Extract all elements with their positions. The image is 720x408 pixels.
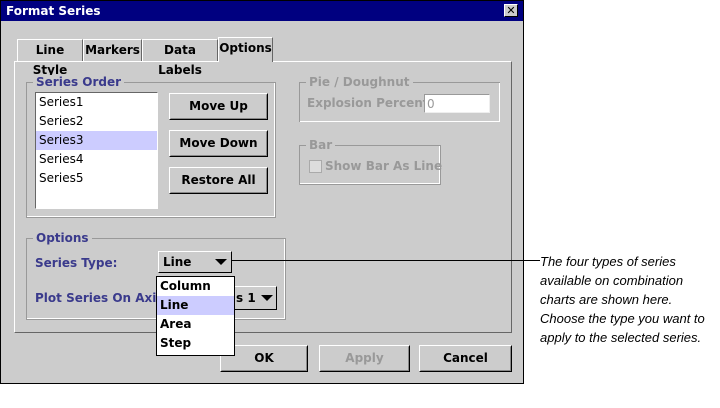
series-type-label: Series Type:: [35, 256, 118, 270]
show-bar-as-line-checkbox[interactable]: [309, 160, 322, 173]
callout-annotation: The four types of series available on co…: [540, 252, 718, 347]
tab-markers[interactable]: Markers: [83, 39, 142, 61]
explosion-value: 0: [427, 97, 435, 111]
series-type-value: Line: [163, 255, 192, 269]
list-item-series3[interactable]: Series3: [36, 131, 157, 150]
move-down-label: Move Down: [179, 136, 258, 150]
series-type-dropdown: Column Line Area Step: [156, 276, 235, 356]
list-item-series1[interactable]: Series1: [36, 93, 157, 112]
option-label: Column: [160, 279, 211, 293]
series-order-title: Series Order: [33, 75, 125, 89]
annotation-line: charts are shown here.: [540, 292, 673, 307]
cancel-button[interactable]: Cancel: [419, 345, 512, 372]
restore-all-button[interactable]: Restore All: [169, 167, 268, 194]
tab-label: Markers: [85, 43, 140, 57]
move-up-label: Move Up: [189, 99, 248, 113]
list-item-series2[interactable]: Series2: [36, 112, 157, 131]
move-down-button[interactable]: Move Down: [169, 130, 268, 157]
chevron-down-icon: [261, 295, 273, 301]
tab-label: Options: [219, 41, 272, 55]
list-item-series5[interactable]: Series5: [36, 169, 157, 188]
option-label: Step: [160, 336, 192, 350]
move-up-button[interactable]: Move Up: [169, 93, 268, 120]
annotation-line: The four types of series: [540, 254, 676, 269]
tab-options[interactable]: Options: [218, 37, 273, 62]
dropdown-option-step[interactable]: Step: [157, 334, 234, 353]
series-type-select[interactable]: Line: [158, 251, 232, 273]
chevron-down-icon: [215, 259, 227, 265]
list-item-label: Series4: [39, 152, 84, 166]
option-label: Line: [160, 298, 189, 312]
plot-axis-value: s 1: [236, 291, 256, 305]
dropdown-option-line[interactable]: Line: [157, 296, 234, 315]
restore-all-label: Restore All: [181, 173, 256, 187]
annotation-line: available on combination: [540, 273, 684, 288]
list-item-series4[interactable]: Series4: [36, 150, 157, 169]
option-label: Area: [160, 317, 192, 331]
apply-button[interactable]: Apply: [319, 345, 410, 372]
format-series-dialog: Format Series ✕ Line Style Markers Data …: [0, 0, 524, 384]
plot-axis-label: Plot Series On Axis:: [35, 291, 169, 305]
ok-label: OK: [254, 351, 274, 365]
dropdown-option-area[interactable]: Area: [157, 315, 234, 334]
title-bar[interactable]: Format Series ✕: [1, 1, 523, 21]
bar-title: Bar: [306, 138, 336, 152]
list-item-label: Series2: [39, 114, 84, 128]
list-item-label: Series5: [39, 171, 84, 185]
series-listbox[interactable]: Series1 Series2 Series3 Series4 Series5: [35, 92, 158, 209]
callout-line: [231, 260, 540, 261]
tab-data-labels[interactable]: Data Labels: [142, 39, 218, 77]
dialog-title: Format Series: [6, 4, 101, 18]
annotation-line: Choose the type you want to: [540, 311, 705, 326]
apply-label: Apply: [345, 351, 384, 365]
pie-title: Pie / Doughnut: [306, 75, 413, 89]
close-icon: ✕: [506, 4, 516, 17]
explosion-input[interactable]: 0: [424, 94, 490, 113]
explosion-label: Explosion Percent:: [307, 96, 434, 110]
tab-line-style[interactable]: Line Style: [17, 39, 83, 77]
list-item-label: Series1: [39, 95, 84, 109]
list-item-label: Series3: [39, 133, 84, 147]
options-title: Options: [33, 231, 92, 245]
cancel-label: Cancel: [443, 351, 488, 365]
dropdown-option-column[interactable]: Column: [157, 277, 234, 296]
show-bar-as-line-label: Show Bar As Line: [325, 159, 443, 173]
close-button[interactable]: ✕: [504, 4, 518, 17]
annotation-line: apply to the selected series.: [540, 330, 702, 345]
